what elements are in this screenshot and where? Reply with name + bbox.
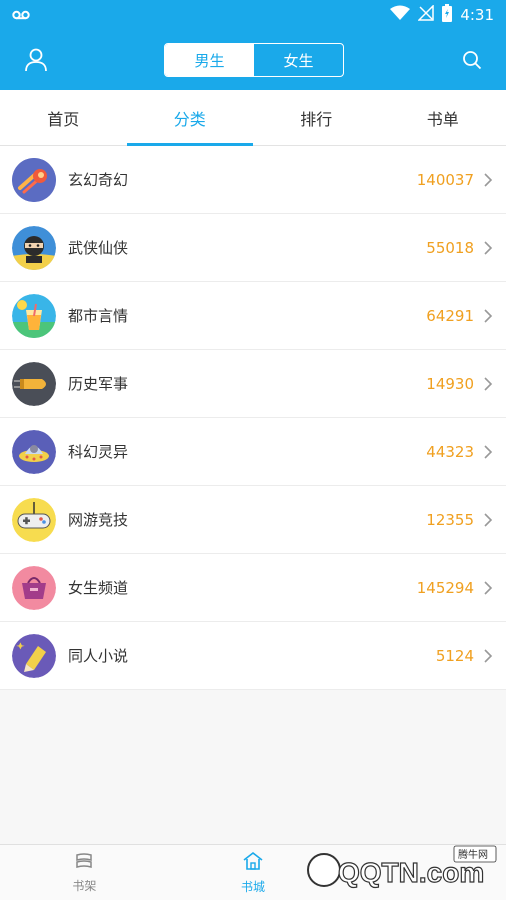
chevron-right-icon xyxy=(480,512,496,528)
category-count: 14930 xyxy=(426,374,474,393)
category-count: 140037 xyxy=(416,170,474,189)
category-count: 55018 xyxy=(426,238,474,257)
chevron-right-icon xyxy=(480,172,496,188)
drink-icon xyxy=(12,293,56,338)
ninja-icon xyxy=(12,225,56,270)
pencil-icon xyxy=(12,633,56,678)
no-signal-icon xyxy=(417,4,435,25)
search-icon[interactable] xyxy=(458,46,486,74)
category-name: 科幻灵异 xyxy=(68,443,129,461)
category-name: 女生频道 xyxy=(68,579,129,597)
category-list: 玄幻奇幻 140037 武侠仙侠 55018 都市言情 64291 历史军事 1… xyxy=(0,146,506,690)
gamepad-icon xyxy=(12,497,56,542)
category-tabs: 首页 分类 排行 书单 xyxy=(0,90,506,146)
chevron-right-icon xyxy=(480,240,496,256)
battery-icon xyxy=(442,4,453,26)
category-name: 同人小说 xyxy=(68,647,129,665)
meteor-icon xyxy=(12,157,56,202)
app-bar: 男生 女生 xyxy=(0,30,506,90)
bullet-icon xyxy=(12,361,56,406)
category-count: 145294 xyxy=(416,578,474,597)
male-tab[interactable]: 男生 xyxy=(165,44,254,76)
list-item[interactable]: 同人小说 5124 xyxy=(0,622,506,690)
handbag-icon xyxy=(12,565,56,610)
voicemail-icon xyxy=(12,6,30,24)
ufo-icon xyxy=(12,429,56,474)
nav-bookshelf[interactable]: 书架 xyxy=(0,845,169,900)
gender-switch: 男生 女生 xyxy=(164,43,344,77)
category-count: 64291 xyxy=(426,306,474,325)
category-name: 玄幻奇幻 xyxy=(68,171,129,189)
category-count: 44323 xyxy=(426,442,474,461)
category-count: 5124 xyxy=(435,646,474,665)
clock-time: 4:31 xyxy=(460,6,494,24)
chevron-right-icon xyxy=(480,308,496,324)
female-tab[interactable]: 女生 xyxy=(254,44,343,76)
home-icon xyxy=(242,851,264,874)
bookshelf-icon xyxy=(74,852,94,873)
list-item[interactable]: 历史军事 14930 xyxy=(0,350,506,418)
status-bar: 4:31 xyxy=(0,0,506,30)
watermark-logo: QQTN.com 腾牛网 xyxy=(290,844,500,894)
watermark-badge: 腾牛网 xyxy=(458,848,488,861)
chevron-right-icon xyxy=(480,444,496,460)
nav-bookshelf-label: 书架 xyxy=(72,878,97,893)
list-item[interactable]: 女生频道 145294 xyxy=(0,554,506,622)
tab-category[interactable]: 分类 xyxy=(126,90,254,146)
category-name: 历史军事 xyxy=(68,375,129,393)
category-name: 武侠仙侠 xyxy=(68,239,129,257)
tab-booklist[interactable]: 书单 xyxy=(380,90,506,145)
category-name: 都市言情 xyxy=(68,307,129,325)
list-item[interactable]: 科幻灵异 44323 xyxy=(0,418,506,486)
chevron-right-icon xyxy=(480,648,496,664)
nav-bookstore-label: 书城 xyxy=(241,879,266,894)
wifi-icon xyxy=(390,5,411,25)
list-item[interactable]: 武侠仙侠 55018 xyxy=(0,214,506,282)
list-item[interactable]: 玄幻奇幻 140037 xyxy=(0,146,506,214)
list-item[interactable]: 网游竞技 12355 xyxy=(0,486,506,554)
chevron-right-icon xyxy=(480,580,496,596)
tab-ranking[interactable]: 排行 xyxy=(253,90,380,145)
tab-home[interactable]: 首页 xyxy=(0,90,127,145)
chevron-right-icon xyxy=(480,376,496,392)
category-name: 网游竞技 xyxy=(68,511,129,529)
user-icon[interactable] xyxy=(22,46,50,74)
category-count: 12355 xyxy=(426,510,474,529)
list-item[interactable]: 都市言情 64291 xyxy=(0,282,506,350)
